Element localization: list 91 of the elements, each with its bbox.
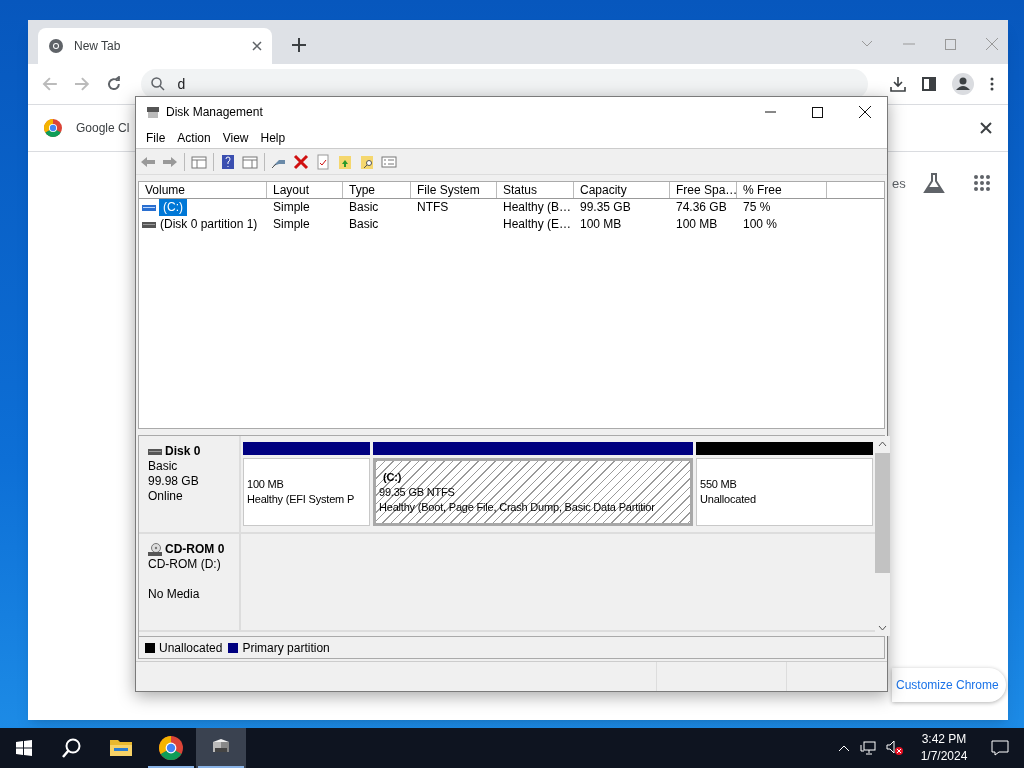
table-cell: 100 MB [676, 216, 718, 233]
table-cell: 100 MB [580, 216, 622, 233]
table-cell: Healthy (B… [503, 199, 572, 216]
partition-block[interactable]: 100 MB Healthy (EFI System P [243, 458, 370, 526]
partition-block[interactable]: (C:) 99.35 GB NTFS Healthy (Boot, Page File, Crash Dump, Basic Data Partitior [373, 458, 693, 526]
close-icon[interactable] [252, 41, 262, 51]
delete-icon[interactable] [293, 153, 309, 170]
table-cell: 74.36 GB [676, 199, 727, 216]
partition-size: 100 MB [247, 477, 285, 492]
legend-label: Unallocated [159, 639, 223, 657]
search-icon[interactable] [62, 738, 82, 758]
drive-icon [142, 203, 156, 212]
clock-date[interactable]: 1/7/2024 [920, 748, 968, 765]
muted-speaker-icon[interactable] [886, 740, 904, 756]
close-icon[interactable] [980, 122, 992, 134]
legend-label: Primary partition [242, 639, 330, 657]
column-header[interactable]: Type [343, 182, 411, 198]
disk-type: Basic [148, 459, 179, 474]
table-cell: Simple [273, 199, 310, 216]
promo-text: Google Cl [76, 120, 130, 137]
side-panel-icon[interactable] [922, 77, 936, 91]
chrome-logo-icon [159, 736, 183, 760]
column-header[interactable]: Free Spa… [670, 182, 737, 198]
chevron-up-icon[interactable] [838, 744, 850, 752]
column-header[interactable]: % Free [737, 182, 827, 198]
table-cell: 100 % [743, 216, 778, 233]
partition-name[interactable]: (C:) [159, 199, 187, 216]
windows-start-icon[interactable] [16, 740, 32, 756]
menu-icon[interactable] [990, 77, 994, 91]
scroll-down-icon[interactable] [878, 625, 887, 631]
apps-grid-icon[interactable] [973, 174, 991, 192]
partition-size: 99.35 GB NTFS [379, 484, 456, 500]
chrome-logo-icon [44, 119, 62, 137]
address-bar[interactable]: d [141, 69, 868, 99]
partition-status: Healthy (Boot, Page File, Crash Dump, Basic Data Partitior [379, 499, 656, 515]
folder-icon [109, 738, 133, 758]
column-header[interactable]: Status [497, 182, 574, 198]
disk-name: CD-ROM 0 [165, 542, 225, 557]
disk-name: Disk 0 [165, 444, 201, 459]
reload-icon[interactable] [105, 76, 122, 92]
search-icon [151, 77, 166, 91]
table-cell: 75 % [743, 199, 771, 216]
scroll-up-icon[interactable] [878, 441, 887, 447]
column-header[interactable]: Layout [267, 182, 343, 198]
disk-status: Online [148, 489, 184, 504]
scrollbar[interactable] [875, 436, 890, 636]
partition-label: (C:) [383, 469, 403, 485]
column-header[interactable]: Volume [139, 182, 267, 198]
new-tab-icon[interactable] [292, 38, 306, 52]
folder-up-icon[interactable] [337, 153, 353, 170]
page-text: es [892, 175, 906, 193]
checklist-icon[interactable] [315, 153, 331, 170]
drive-icon [142, 220, 156, 229]
partition-name[interactable]: (Disk 0 partition 1) [159, 216, 259, 233]
drive-letter: CD-ROM (D:) [148, 557, 222, 572]
table-cell: 99.35 GB [580, 199, 631, 216]
customize-button[interactable]: Customize Chrome [892, 668, 1006, 702]
partition-size: 550 MB [700, 477, 738, 492]
partition-block[interactable]: 550 MB Unallocated [696, 458, 873, 526]
close-icon[interactable] [859, 106, 871, 118]
table-cell: Simple [273, 216, 310, 233]
panel-icon[interactable] [242, 153, 258, 170]
menu-item[interactable]: View [216, 128, 255, 147]
folder-search-icon[interactable] [359, 153, 375, 170]
window-title: Disk Management [166, 104, 263, 121]
partition-status: Healthy (EFI System P [247, 492, 356, 507]
browser-tab[interactable]: New Tab [38, 28, 272, 64]
notification-icon[interactable] [991, 740, 1009, 756]
taskbar-app[interactable] [196, 728, 246, 768]
table-cell: Basic [349, 216, 379, 233]
table-cell: Basic [349, 199, 379, 216]
menu-item[interactable]: File [140, 128, 172, 147]
help-icon[interactable] [220, 153, 236, 170]
disk-size: 99.98 GB [148, 474, 200, 489]
menu-item[interactable]: Help [254, 128, 292, 147]
table-cell: Healthy (E… [503, 216, 572, 233]
column-header[interactable]: File System [411, 182, 497, 198]
maximize-icon[interactable] [812, 106, 823, 118]
drive-icon [148, 447, 162, 456]
clock-time[interactable]: 3:42 PM [921, 731, 967, 748]
cd-drive-icon [148, 542, 162, 557]
partition-status: Unallocated [700, 492, 757, 507]
network-icon[interactable] [860, 741, 876, 755]
profile-icon[interactable] [952, 73, 974, 95]
media-status: No Media [148, 587, 201, 602]
menu-item[interactable]: Action [171, 128, 217, 147]
download-icon[interactable] [890, 76, 906, 92]
flask-icon[interactable] [923, 172, 945, 194]
table-cell: NTFS [417, 199, 449, 216]
column-header[interactable]: Capacity [574, 182, 670, 198]
panel-icon[interactable] [191, 153, 207, 170]
